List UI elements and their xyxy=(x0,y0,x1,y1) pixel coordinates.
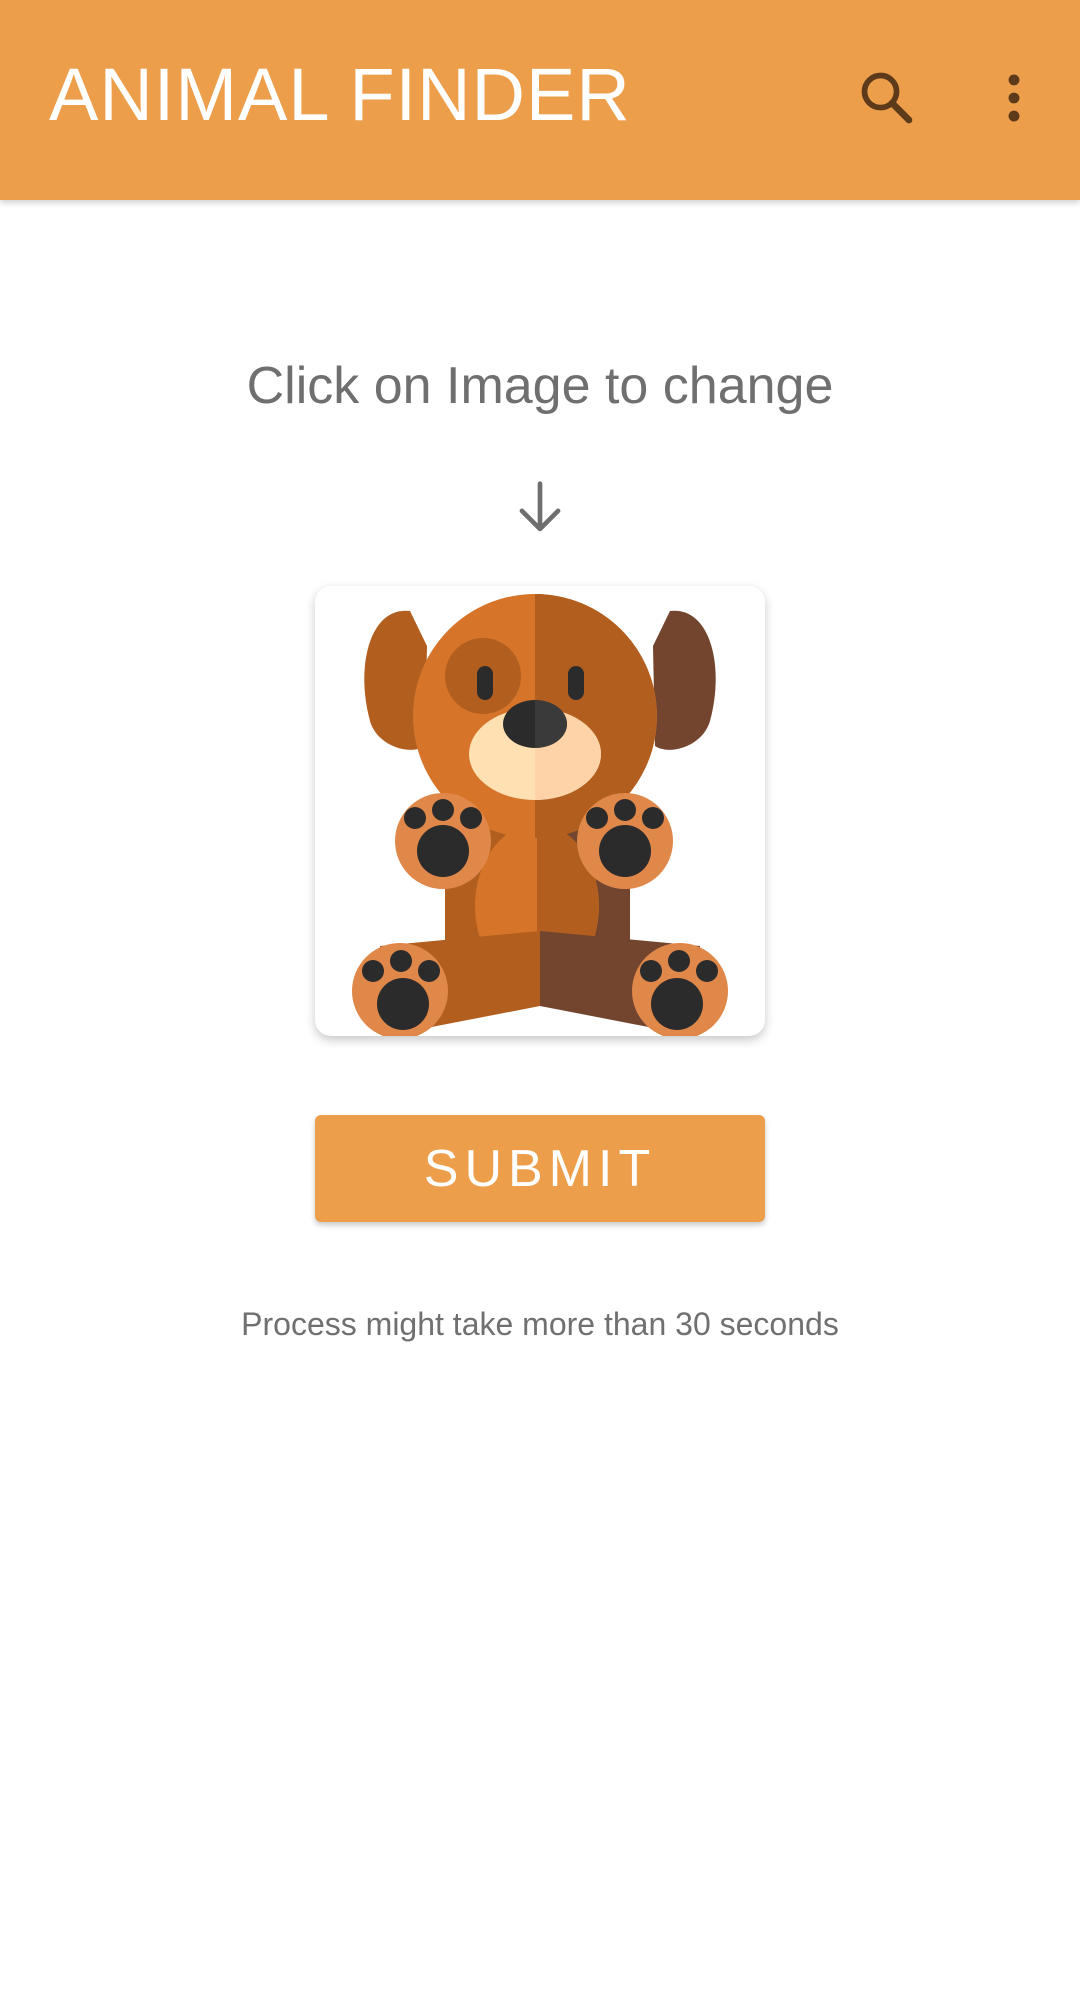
teddy-dog-illustration xyxy=(352,594,728,1036)
search-icon xyxy=(861,72,913,124)
change-image-hint: Click on Image to change xyxy=(246,357,834,415)
more-options-button[interactable] xyxy=(969,53,1059,143)
search-button[interactable] xyxy=(842,53,932,143)
app-bar: ANIMAL FINDER xyxy=(0,0,1080,200)
animal-image[interactable] xyxy=(315,586,765,1036)
app-title: ANIMAL FINDER xyxy=(49,53,631,136)
more-vert-icon xyxy=(1008,74,1020,122)
processing-note: Process might take more than 30 seconds xyxy=(241,1306,839,1342)
submit-button[interactable]: SUBMIT xyxy=(315,1115,765,1222)
arrow-down-icon xyxy=(519,481,561,532)
